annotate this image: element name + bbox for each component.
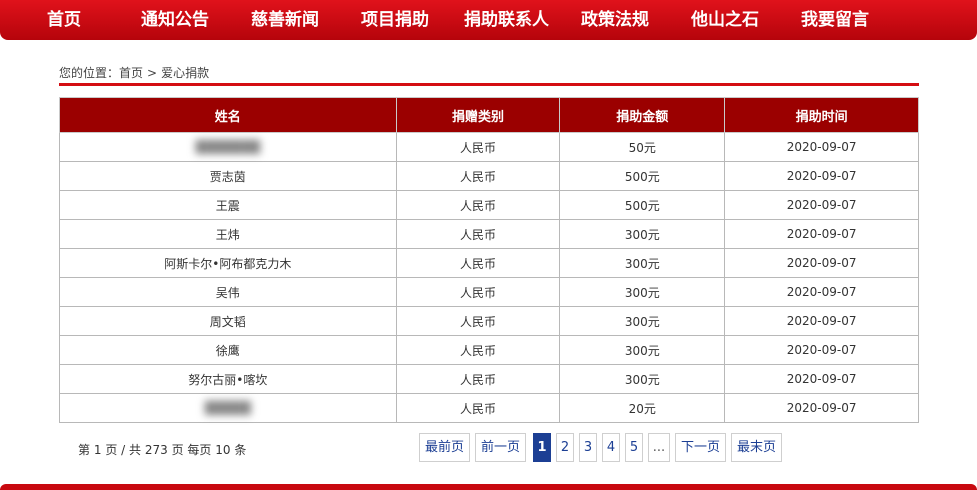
- title-divider: [59, 83, 919, 86]
- cell-name: 王炜: [59, 219, 397, 249]
- pager-info-current-page: 1: [93, 443, 102, 457]
- page-button-2[interactable]: 2: [556, 433, 574, 462]
- page-button-5[interactable]: 5: [625, 433, 643, 462]
- table-row: 王炜 人民币 300元 2020-09-07: [59, 219, 919, 249]
- cell-amount: 300元: [559, 335, 726, 365]
- blurred-name: █████: [204, 401, 251, 415]
- nav-item-charity-news[interactable]: 慈善新闻: [251, 0, 319, 40]
- nav-item-donation-contacts[interactable]: 捐助联系人: [464, 0, 549, 40]
- pager-info-suffix: 条: [234, 443, 247, 457]
- cell-name: █████: [59, 393, 397, 423]
- cell-name: ███████: [59, 132, 397, 162]
- cell-date: 2020-09-07: [724, 335, 919, 365]
- breadcrumb-current: 爱心捐款: [161, 66, 210, 80]
- cell-date: 2020-09-07: [724, 161, 919, 191]
- nav-item-notices[interactable]: 通知公告: [141, 0, 209, 40]
- nav-item-home[interactable]: 首页: [47, 0, 81, 40]
- cell-type: 人民币: [395, 335, 561, 365]
- cell-date: 2020-09-07: [724, 393, 919, 423]
- pager-info-per-page: 10: [215, 443, 231, 457]
- pager-info-text: 页 每页: [171, 443, 212, 457]
- cell-type: 人民币: [395, 306, 561, 336]
- table-header-row: 姓名 捐赠类别 捐助金额 捐助时间: [59, 97, 919, 133]
- header-date: 捐助时间: [724, 97, 919, 133]
- pager-info-prefix: 第: [78, 443, 91, 457]
- next-page-button[interactable]: 下一页: [675, 433, 726, 462]
- cell-date: 2020-09-07: [724, 132, 919, 162]
- cell-amount: 300元: [559, 277, 726, 307]
- cell-date: 2020-09-07: [724, 219, 919, 249]
- cell-type: 人民币: [395, 190, 561, 220]
- cell-type: 人民币: [395, 364, 561, 394]
- cell-name: 徐鹰: [59, 335, 397, 365]
- top-nav: 首页 通知公告 慈善新闻 项目捐助 捐助联系人 政策法规 他山之石 我要留言: [0, 0, 977, 40]
- cell-type: 人民币: [395, 161, 561, 191]
- table-row: 王震 人民币 500元 2020-09-07: [59, 190, 919, 220]
- first-page-button[interactable]: 最前页: [419, 433, 470, 462]
- table-row: 徐鹰 人民币 300元 2020-09-07: [59, 335, 919, 365]
- breadcrumb-home-link[interactable]: 首页: [119, 64, 143, 81]
- header-amount: 捐助金额: [559, 97, 726, 133]
- last-page-button[interactable]: 最末页: [731, 433, 782, 462]
- table-row: 努尔古丽•喀坎 人民币 300元 2020-09-07: [59, 364, 919, 394]
- pagination-ellipsis: ...: [648, 433, 670, 462]
- nav-item-leave-message[interactable]: 我要留言: [801, 0, 869, 40]
- table-row: 贾志茵 人民币 500元 2020-09-07: [59, 161, 919, 191]
- cell-date: 2020-09-07: [724, 248, 919, 278]
- cell-amount: 50元: [559, 132, 726, 162]
- cell-name: 吴伟: [59, 277, 397, 307]
- cell-type: 人民币: [395, 248, 561, 278]
- table-row: 吴伟 人民币 300元 2020-09-07: [59, 277, 919, 307]
- cell-amount: 500元: [559, 161, 726, 191]
- breadcrumb-separator: >: [147, 66, 158, 80]
- page-button-1[interactable]: 1: [533, 433, 551, 462]
- pagination-info: 第 1 页 / 共 273 页 每页 10 条: [78, 441, 246, 458]
- cell-name: 周文韬: [59, 306, 397, 336]
- cell-name: 贾志茵: [59, 161, 397, 191]
- header-donation-type: 捐赠类别: [395, 97, 561, 133]
- page-button-4[interactable]: 4: [602, 433, 620, 462]
- breadcrumb-prefix: 您的位置：: [59, 66, 120, 80]
- table-row: 阿斯卡尔•阿布都克力木 人民币 300元 2020-09-07: [59, 248, 919, 278]
- cell-date: 2020-09-07: [724, 364, 919, 394]
- cell-amount: 500元: [559, 190, 726, 220]
- cell-type: 人民币: [395, 393, 561, 423]
- cell-type: 人民币: [395, 219, 561, 249]
- cell-name: 努尔古丽•喀坎: [59, 364, 397, 394]
- header-name: 姓名: [59, 97, 397, 133]
- prev-page-button[interactable]: 前一页: [475, 433, 526, 462]
- cell-date: 2020-09-07: [724, 277, 919, 307]
- page-button-3[interactable]: 3: [579, 433, 597, 462]
- table-row: 周文韬 人民币 300元 2020-09-07: [59, 306, 919, 336]
- cell-amount: 300元: [559, 219, 726, 249]
- table-row: █████ 人民币 20元 2020-09-07: [59, 393, 919, 423]
- table-row: ███████ 人民币 50元 2020-09-07: [59, 132, 919, 162]
- cell-amount: 300元: [559, 306, 726, 336]
- cell-date: 2020-09-07: [724, 190, 919, 220]
- cell-type: 人民币: [395, 132, 561, 162]
- nav-item-project-donation[interactable]: 项目捐助: [361, 0, 429, 40]
- nav-item-policies[interactable]: 政策法规: [581, 0, 649, 40]
- cell-amount: 300元: [559, 248, 726, 278]
- footer-bar: [0, 484, 977, 490]
- breadcrumb: 您的位置：首页 > 爱心捐款: [59, 64, 209, 81]
- cell-type: 人民币: [395, 277, 561, 307]
- blurred-name: ███████: [195, 140, 261, 154]
- cell-name: 阿斯卡尔•阿布都克力木: [59, 248, 397, 278]
- cell-amount: 20元: [559, 393, 726, 423]
- donation-table: 姓名 捐赠类别 捐助金额 捐助时间 ███████ 人民币 50元 2020-0…: [59, 97, 919, 423]
- pager-info-text: 页 / 共: [105, 443, 141, 457]
- pager-info-total-pages: 273: [144, 443, 168, 457]
- cell-amount: 300元: [559, 364, 726, 394]
- cell-date: 2020-09-07: [724, 306, 919, 336]
- nav-item-others-experience[interactable]: 他山之石: [691, 0, 759, 40]
- cell-name: 王震: [59, 190, 397, 220]
